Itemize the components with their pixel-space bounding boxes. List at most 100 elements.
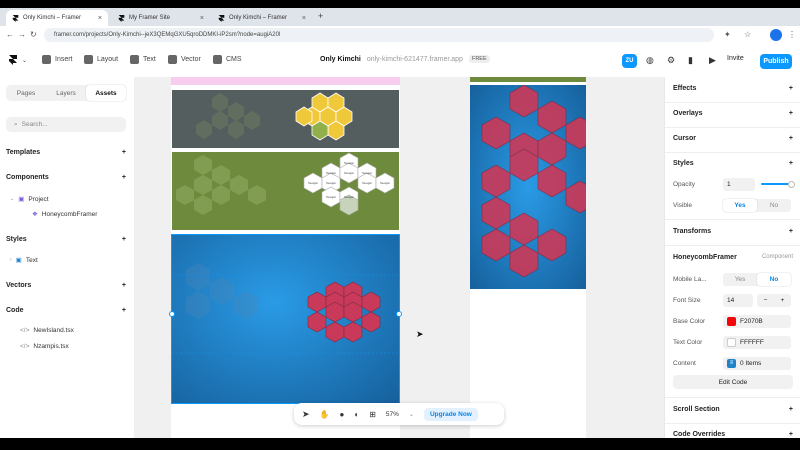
hand-icon[interactable]: ✋ xyxy=(320,410,330,419)
mobile-honeycomb-section[interactable] xyxy=(470,85,586,289)
add-icon[interactable]: + xyxy=(789,135,793,142)
add-icon[interactable]: + xyxy=(789,431,793,438)
tab-layers[interactable]: Layers xyxy=(46,85,86,101)
effects-section[interactable]: Effects + xyxy=(673,85,793,92)
canvas[interactable]: Hexagon Hexagon Hexagon Hexagon Hexagon … xyxy=(134,77,664,438)
comment-icon[interactable]: ● xyxy=(340,410,345,419)
code-overrides-section[interactable]: Code Overrides + xyxy=(673,431,793,438)
components-section[interactable]: Components + xyxy=(6,174,126,181)
zoom-level[interactable]: 57% xyxy=(386,411,399,418)
scroll-section[interactable]: Scroll Section + xyxy=(673,406,793,413)
content-row: Content ≡ 0 Items xyxy=(673,356,795,370)
tab-assets[interactable]: Assets xyxy=(86,85,126,101)
font-size-input[interactable]: 14 xyxy=(723,293,753,307)
close-icon[interactable]: × xyxy=(98,15,102,22)
search-input[interactable]: ⌕ Search... xyxy=(6,117,126,132)
styles-section[interactable]: Styles + xyxy=(6,236,126,243)
tab-pages[interactable]: Pages xyxy=(6,85,46,101)
insert-icon xyxy=(42,55,51,64)
font-size-stepper[interactable]: − + xyxy=(757,293,791,307)
invite-button[interactable]: Invite xyxy=(727,55,744,62)
opacity-input[interactable]: 1 xyxy=(723,177,755,191)
slider-thumb[interactable] xyxy=(788,181,795,188)
bookmark-icon[interactable]: ☆ xyxy=(744,30,751,39)
close-icon[interactable]: × xyxy=(302,15,306,22)
avatar[interactable]: ZU xyxy=(622,54,637,68)
close-icon[interactable]: × xyxy=(200,15,204,22)
honeycomb-component[interactable]: ❖ HoneycombFramer xyxy=(32,210,97,219)
project-folder[interactable]: ⌄ ▣ Project xyxy=(10,195,49,204)
upgrade-button[interactable]: Upgrade Now xyxy=(423,407,478,421)
add-icon[interactable]: + xyxy=(789,406,793,413)
cursor-section[interactable]: Cursor + xyxy=(673,135,793,142)
add-icon[interactable]: + xyxy=(122,149,126,156)
content-input[interactable]: ≡ 0 Items xyxy=(723,356,791,370)
cursor-icon[interactable]: ➤ xyxy=(302,409,310,420)
resize-handle[interactable] xyxy=(396,311,402,317)
honeycomb-section-yellow[interactable] xyxy=(172,90,399,148)
code-file-item[interactable]: </> NewIsland.tsx xyxy=(20,327,74,334)
url-field[interactable]: framer.com/projects/Only-Kimchi--jeX3QEM… xyxy=(44,28,714,42)
add-icon[interactable]: + xyxy=(122,282,126,289)
overlays-section[interactable]: Overlays + xyxy=(673,110,793,117)
add-icon[interactable]: + xyxy=(122,307,126,314)
browser-tab-2[interactable]: My Framer Site × xyxy=(112,10,210,26)
dark-mode-icon[interactable]: ◐ xyxy=(354,410,359,419)
analytics-icon[interactable]: ▮ xyxy=(688,55,693,66)
forward-icon[interactable]: → xyxy=(18,30,26,39)
visible-yes[interactable]: Yes xyxy=(723,198,757,212)
hex-label: Hexagon xyxy=(326,182,337,185)
transforms-section[interactable]: Transforms + xyxy=(673,228,793,235)
text-color-input[interactable]: FFFFFF xyxy=(723,335,791,349)
add-icon[interactable]: + xyxy=(122,236,126,243)
vector-button[interactable]: Vector xyxy=(168,55,201,64)
framer-menu-button[interactable]: ⌄ xyxy=(8,55,27,65)
mobile-no[interactable]: No xyxy=(757,272,791,286)
minus-icon[interactable]: − xyxy=(764,297,768,304)
reload-icon[interactable]: ↻ xyxy=(30,30,37,39)
vectors-section[interactable]: Vectors + xyxy=(6,282,126,289)
publish-button[interactable]: Publish xyxy=(760,54,792,69)
play-icon[interactable]: ▶ xyxy=(709,55,716,66)
new-tab-icon[interactable]: + xyxy=(318,11,323,21)
globe-icon[interactable]: ◍ xyxy=(646,55,654,66)
browser-tab-3[interactable]: Only Kimchi – Framer × xyxy=(212,10,312,26)
honeycomb-section-white[interactable]: Hexagon Hexagon Hexagon Hexagon Hexagon … xyxy=(172,152,399,230)
browser-tab-1[interactable]: Only Kimchi – Framer × xyxy=(6,10,108,26)
back-icon[interactable]: ← xyxy=(6,30,14,39)
pink-section[interactable] xyxy=(171,77,400,85)
styles-section[interactable]: Styles + xyxy=(673,160,793,167)
project-title[interactable]: Only Kimchi only-kimchi-621477.framer.ap… xyxy=(320,55,490,63)
visible-no[interactable]: No xyxy=(757,199,791,212)
add-icon[interactable]: + xyxy=(789,110,793,117)
add-icon[interactable]: + xyxy=(122,174,126,181)
menu-icon[interactable]: ⋮ xyxy=(788,30,796,39)
cms-button[interactable]: CMS xyxy=(213,55,242,64)
gear-icon[interactable]: ⚙ xyxy=(667,55,675,66)
text-styles-folder[interactable]: › ▣ Text xyxy=(10,256,38,265)
code-section[interactable]: Code + xyxy=(6,307,126,314)
opacity-slider[interactable] xyxy=(761,181,795,188)
plus-icon[interactable]: + xyxy=(781,297,785,304)
grid-icon[interactable]: ⊞ xyxy=(369,410,376,419)
honeycomb-section-red[interactable] xyxy=(171,234,400,404)
add-icon[interactable]: + xyxy=(789,160,793,167)
resize-handle[interactable] xyxy=(169,311,175,317)
add-icon[interactable]: + xyxy=(789,85,793,92)
extensions-icon[interactable]: ✦ xyxy=(724,30,731,39)
base-color-input[interactable]: F2070B xyxy=(723,314,791,328)
mobile-layout-toggle[interactable]: Yes No xyxy=(723,272,791,286)
edit-code-button[interactable]: Edit Code xyxy=(673,375,793,389)
templates-section[interactable]: Templates + xyxy=(6,149,126,156)
hex-label: Hexagon xyxy=(362,182,373,185)
text-button[interactable]: Text xyxy=(130,55,156,64)
base-color-row: Base Color F2070B xyxy=(673,314,795,328)
add-icon[interactable]: + xyxy=(789,228,793,235)
mobile-yes[interactable]: Yes xyxy=(723,273,757,286)
profile-icon[interactable] xyxy=(770,29,782,41)
layout-button[interactable]: Layout xyxy=(84,55,118,64)
code-file-item[interactable]: </> Nzampis.tsx xyxy=(20,343,69,350)
visible-toggle[interactable]: Yes No xyxy=(723,198,791,212)
chevron-down-icon[interactable]: ⌄ xyxy=(409,411,414,418)
insert-button[interactable]: Insert xyxy=(42,55,73,64)
